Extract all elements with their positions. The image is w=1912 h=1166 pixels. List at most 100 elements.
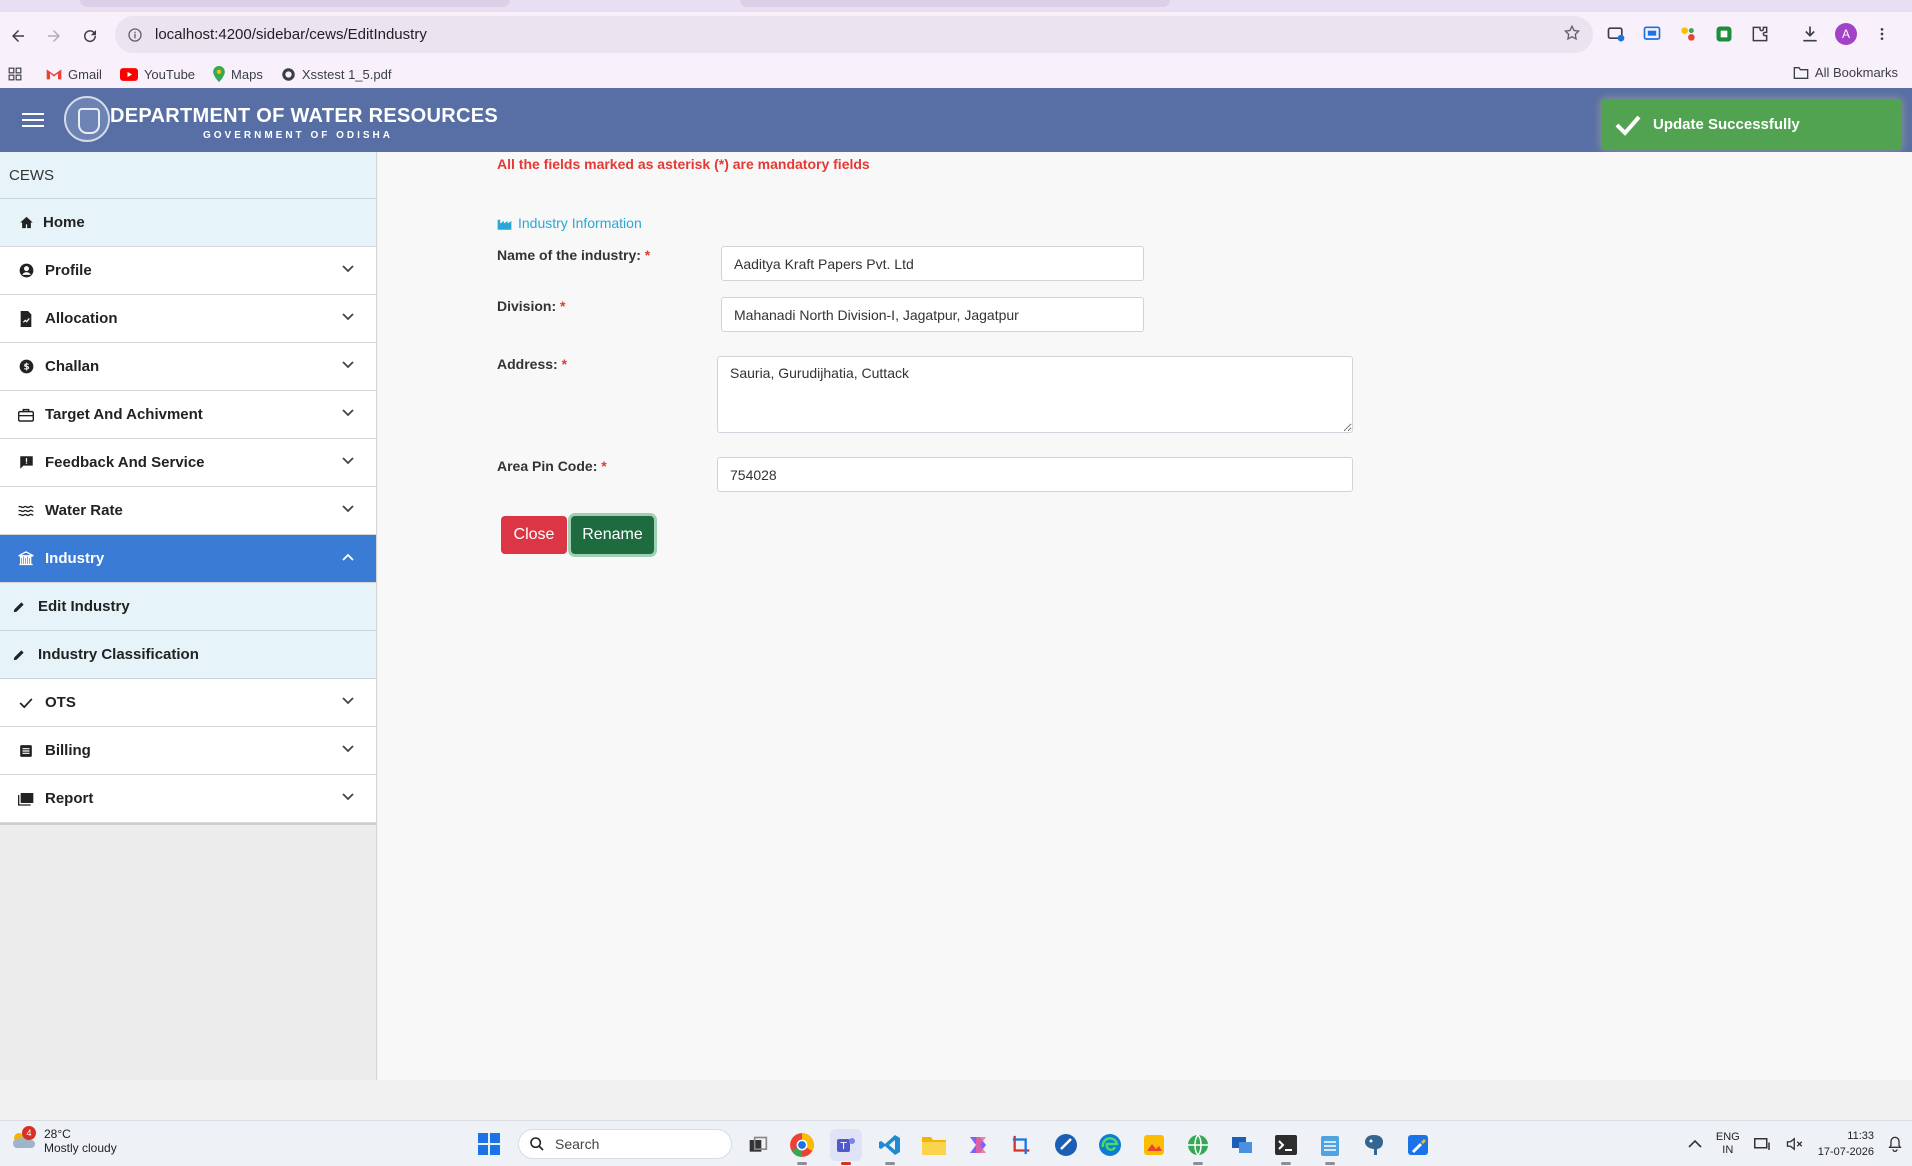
all-bookmarks[interactable]: All Bookmarks: [1793, 65, 1898, 80]
pin-code-input[interactable]: [717, 457, 1353, 492]
chevron-down-icon: [342, 313, 354, 321]
postgres-icon[interactable]: [1358, 1129, 1390, 1161]
paint-icon[interactable]: [1402, 1129, 1434, 1161]
task-view-icon[interactable]: [742, 1129, 774, 1161]
forward-button[interactable]: [36, 18, 72, 54]
sidebar-item-home[interactable]: Home: [0, 199, 376, 247]
sidebar-item-allocation[interactable]: Allocation: [0, 295, 376, 343]
extension-green-icon[interactable]: [1710, 20, 1738, 48]
taskbar-search[interactable]: Search: [518, 1129, 732, 1159]
browser-tab[interactable]: [740, 0, 1170, 7]
water-waves-icon: [17, 504, 35, 518]
profile-avatar[interactable]: A: [1832, 20, 1860, 48]
browser-menu-icon[interactable]: [1868, 20, 1896, 48]
network-icon[interactable]: [1753, 1136, 1772, 1152]
volume-muted-icon[interactable]: [1786, 1136, 1804, 1152]
page-bottom-strip: [0, 1080, 1912, 1120]
taskbar-apps: T: [742, 1129, 1434, 1165]
extension-screen-icon[interactable]: [1638, 20, 1666, 48]
division-input[interactable]: [721, 297, 1144, 332]
sidebar-item-label: OTS: [45, 694, 76, 711]
clock-time: 11:33: [1847, 1130, 1874, 1142]
snipping-tool-icon[interactable]: [1006, 1129, 1038, 1161]
apps-grid-icon[interactable]: [8, 67, 22, 81]
success-toast[interactable]: Update Successfully: [1601, 99, 1902, 150]
weather-widget[interactable]: 4 28°C Mostly cloudy: [10, 1126, 117, 1155]
remote-desktop-icon[interactable]: [1226, 1129, 1258, 1161]
sidebar-item-label: Report: [45, 790, 94, 807]
sidebar-subitem-edit-industry[interactable]: Edit Industry: [0, 583, 376, 631]
required-asterisk: *: [601, 458, 607, 474]
chrome-icon[interactable]: [786, 1129, 818, 1165]
app-circle-blue-icon[interactable]: [1050, 1129, 1082, 1161]
pdf-icon: [282, 67, 295, 81]
weather-desc: Mostly cloudy: [44, 1141, 117, 1155]
reload-button[interactable]: [72, 18, 108, 54]
bookmark-maps[interactable]: Maps: [213, 66, 263, 82]
label-text: Division:: [497, 298, 557, 314]
windows-start-icon[interactable]: [478, 1133, 500, 1160]
section-title-text: Industry Information: [518, 215, 642, 231]
sidebar-item-ots[interactable]: OTS: [0, 679, 376, 727]
industry-building-icon: [17, 551, 35, 566]
copilot-icon[interactable]: [962, 1129, 994, 1161]
svg-text:T: T: [839, 1141, 847, 1152]
search-placeholder: Search: [555, 1136, 600, 1152]
label-text: Name of the industry:: [497, 247, 641, 263]
edge-icon[interactable]: [1094, 1129, 1126, 1161]
extension-colorful-icon[interactable]: [1674, 20, 1702, 48]
file-explorer-icon[interactable]: [918, 1129, 950, 1161]
close-button[interactable]: Close: [501, 516, 567, 554]
sidebar-item-water-rate[interactable]: Water Rate: [0, 487, 376, 535]
all-bookmarks-label: All Bookmarks: [1814, 65, 1898, 80]
industry-name-input[interactable]: [721, 246, 1144, 281]
extensions-puzzle-icon[interactable]: [1746, 20, 1774, 48]
sidebar-item-billing[interactable]: Billing: [0, 727, 376, 775]
download-icon[interactable]: [1796, 20, 1824, 48]
sidebar-item-feedback-service[interactable]: Feedback And Service: [0, 439, 376, 487]
industry-icon: [497, 219, 512, 230]
bookmark-gmail[interactable]: Gmail: [46, 67, 102, 82]
notepad-icon[interactable]: [1314, 1129, 1346, 1165]
sidebar-item-profile[interactable]: Profile: [0, 247, 376, 295]
address-textarea[interactable]: Sauria, Gurudijhatia, Cuttack: [717, 356, 1353, 433]
section-title-industry-information: Industry Information: [497, 215, 642, 231]
label-text: Area Pin Code:: [497, 458, 598, 474]
cloud-sun-icon: 4: [10, 1126, 36, 1152]
hamburger-menu-icon[interactable]: [22, 113, 44, 127]
bookmark-pdf[interactable]: Xsstest 1_5.pdf: [281, 67, 391, 82]
teams-icon[interactable]: T: [830, 1129, 862, 1165]
terminal-icon[interactable]: [1270, 1129, 1302, 1165]
sidebar-item-target-achievement[interactable]: Target And Achivment: [0, 391, 376, 439]
language-indicator[interactable]: ENG IN: [1716, 1131, 1740, 1157]
sidebar-item-challan[interactable]: $ Challan: [0, 343, 376, 391]
sidebar-section-title: CEWS: [0, 152, 376, 199]
pencil-icon: [10, 600, 28, 614]
back-button[interactable]: [0, 18, 36, 54]
browser-tab[interactable]: [80, 0, 510, 7]
sidebar-item-industry[interactable]: Industry: [0, 535, 376, 583]
chevron-down-icon: [342, 361, 354, 369]
bookmark-star-icon[interactable]: [1563, 24, 1581, 47]
chevron-down-icon: [342, 265, 354, 273]
sidebar-item-label: Home: [43, 214, 85, 231]
photo-editor-icon[interactable]: [1138, 1129, 1170, 1161]
checkmark-icon: [1615, 115, 1641, 136]
extensions-area: A: [1602, 20, 1896, 48]
globe-app-icon[interactable]: [1182, 1129, 1214, 1165]
sidebar-item-label: Challan: [45, 358, 100, 375]
vscode-icon[interactable]: [874, 1129, 906, 1165]
sidebar-item-report[interactable]: Report: [0, 775, 376, 823]
home-icon: [17, 215, 35, 230]
system-clock[interactable]: 11:33 17-07-2026: [1818, 1128, 1874, 1160]
notification-bell-icon[interactable]: [1888, 1136, 1902, 1152]
extension-cast-icon[interactable]: [1602, 20, 1630, 48]
rename-button[interactable]: Rename: [571, 516, 654, 554]
address-bar[interactable]: localhost:4200/sidebar/cews/EditIndustry: [115, 16, 1593, 53]
division-label: Division: *: [497, 298, 565, 314]
maps-icon: [213, 66, 225, 82]
bookmark-youtube[interactable]: YouTube: [119, 67, 195, 82]
chevron-up-icon[interactable]: [1688, 1139, 1702, 1149]
sidebar-subitem-industry-classification[interactable]: Industry Classification: [0, 631, 376, 679]
site-info-icon[interactable]: [115, 27, 155, 43]
